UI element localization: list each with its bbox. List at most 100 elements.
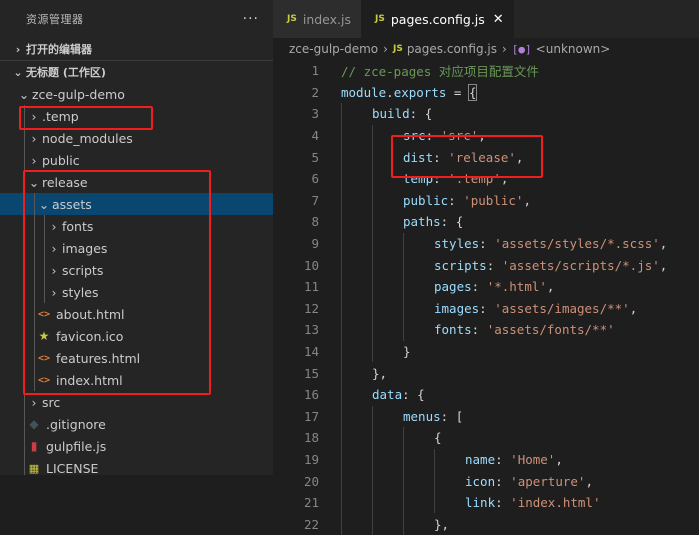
tree-item-label: features.html xyxy=(56,350,141,366)
indent-guide xyxy=(341,448,342,471)
indent-guide xyxy=(403,275,404,298)
tree-folder[interactable]: › scripts xyxy=(0,259,273,281)
tree-file[interactable]: ◆ .gitignore xyxy=(0,413,273,435)
indent-guide xyxy=(341,405,342,428)
tree-folder[interactable]: › public xyxy=(0,149,273,171)
breadcrumb-symbol[interactable]: <unknown> xyxy=(536,42,611,56)
more-actions-icon[interactable]: ··· xyxy=(243,11,259,27)
line-number: 9 xyxy=(311,236,319,252)
code-punctuation: { xyxy=(468,83,478,101)
line-number: 2 xyxy=(311,84,319,100)
chevron-right-icon: › xyxy=(51,218,57,234)
indent-guide xyxy=(403,232,404,255)
indent-guide xyxy=(372,491,373,514)
code-line: 15}, xyxy=(273,362,699,384)
indent-guide xyxy=(372,254,373,276)
code-identifier: menus xyxy=(403,408,441,424)
code-string: 'assets/fonts/**' xyxy=(486,322,615,338)
tree-item-label: images xyxy=(62,240,108,256)
workspace-section[interactable]: ⌄ 无标题 (工作区) xyxy=(0,60,273,83)
code-punctuation: : xyxy=(471,322,487,338)
tree-item-label: gulpfile.js xyxy=(46,438,107,454)
code-line: 19 name: 'Home', xyxy=(273,448,699,471)
code-punctuation: : xyxy=(495,495,511,511)
indent-guide xyxy=(341,146,342,168)
code-punctuation: { xyxy=(434,430,442,446)
tree-folder[interactable]: › node_modules xyxy=(0,127,273,149)
tree-file[interactable]: <> features.html xyxy=(0,347,273,369)
license-file-icon: ▦ xyxy=(28,461,40,475)
code-text: link: 'index.html' xyxy=(341,495,600,510)
indent-guide xyxy=(372,448,373,471)
chevron-down-icon: ⌄ xyxy=(28,174,40,190)
code-punctuation: }, xyxy=(434,516,450,532)
tree-folder[interactable]: ⌄ zce-gulp-demo xyxy=(0,83,273,105)
line-number: 3 xyxy=(311,106,319,122)
indent-guide xyxy=(34,369,35,391)
tree-file[interactable]: ▮ gulpfile.js xyxy=(0,435,273,457)
indent-guide xyxy=(341,340,342,363)
tree-folder[interactable]: › .temp xyxy=(0,105,273,127)
code-editor[interactable]: 1 // zce-pages 对应项目配置文件 2 module.exports = … xyxy=(273,60,699,535)
code-line: 2 module.exports = { xyxy=(273,82,699,104)
tab-pages-config-js[interactable]: JS pages.config.js ✕ xyxy=(361,0,514,38)
tree-folder[interactable]: › fonts xyxy=(0,215,273,237)
indent-guide xyxy=(44,237,45,259)
indent-guide xyxy=(341,513,342,535)
html-file-icon: <> xyxy=(37,308,51,320)
indent-guide xyxy=(341,362,342,384)
code-line: 11 pages: '*.html', xyxy=(273,275,699,298)
indent-guide xyxy=(372,470,373,492)
code-identifier: scripts xyxy=(434,257,487,273)
code-text: fonts: 'assets/fonts/**' xyxy=(341,322,615,337)
tree-folder[interactable]: ⌄ assets xyxy=(0,193,273,215)
git-file-icon: ◆ xyxy=(29,417,39,431)
indent-guide xyxy=(34,325,35,347)
line-number: 1 xyxy=(311,63,319,79)
code-text: icon: 'aperture', xyxy=(341,474,593,489)
tree-folder[interactable]: › styles xyxy=(0,281,273,303)
code-line: 17 menus: [ xyxy=(273,405,699,428)
line-number: 12 xyxy=(303,300,319,316)
js-file-icon: JS xyxy=(375,14,385,24)
chevron-right-icon: › xyxy=(31,108,37,124)
tree-folder[interactable]: ⌄ release xyxy=(0,171,273,193)
tree-file[interactable]: <> index.html xyxy=(0,369,273,391)
breadcrumb-file[interactable]: pages.config.js xyxy=(407,42,497,56)
indent-guide xyxy=(372,211,373,233)
tab-index-js[interactable]: JS index.js xyxy=(273,0,362,38)
tree-folder[interactable]: › images xyxy=(0,237,273,259)
code-line: 3 build: { xyxy=(273,103,699,125)
code-identifier: public xyxy=(403,192,449,208)
code-text: public: 'public', xyxy=(341,193,531,208)
tree-file[interactable]: ★ favicon.ico xyxy=(0,325,273,347)
indent-guide xyxy=(34,347,35,369)
indent-guide xyxy=(372,275,373,298)
indent-guide xyxy=(434,448,435,471)
code-punctuation: , xyxy=(478,128,486,144)
chevron-right-icon: › xyxy=(51,262,57,278)
code-text: }, xyxy=(341,366,387,381)
tree-file[interactable]: <> about.html xyxy=(0,303,273,325)
indent-guide xyxy=(24,237,25,259)
code-line: 9 styles: 'assets/styles/*.scss', xyxy=(273,232,699,255)
indent-guide xyxy=(34,259,35,281)
indent-guide xyxy=(24,391,25,413)
code-punctuation: : xyxy=(479,236,495,252)
indent-guide xyxy=(24,325,25,347)
tree-folder[interactable]: › src xyxy=(0,391,273,413)
line-number: 5 xyxy=(311,149,319,165)
breadcrumb-folder[interactable]: zce-gulp-demo xyxy=(289,42,378,56)
indent-guide xyxy=(34,237,35,259)
breadcrumb: zce-gulp-demo › JS pages.config.js › [●]… xyxy=(273,38,699,60)
open-editors-section[interactable]: › 打开的编辑器 xyxy=(0,38,273,60)
close-icon[interactable]: ✕ xyxy=(493,12,504,27)
tree-file[interactable]: ▦ LICENSE xyxy=(0,457,273,475)
chevron-right-icon: › xyxy=(501,42,507,56)
indent-guide xyxy=(34,193,35,215)
indent-guide xyxy=(403,427,404,449)
tab-bar: JS index.js JS pages.config.js ✕ xyxy=(273,0,699,38)
code-punctuation: : { xyxy=(402,387,425,403)
tab-label: index.js xyxy=(302,11,352,27)
code-line: 7 public: 'public', xyxy=(273,189,699,212)
